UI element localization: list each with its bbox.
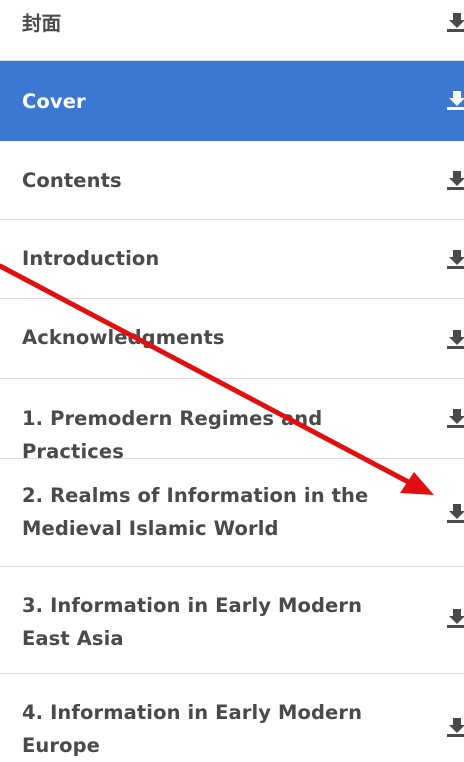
toc-item-label: Cover xyxy=(22,90,86,113)
toc-item-introduction[interactable]: Introduction xyxy=(0,220,464,299)
download-icon[interactable] xyxy=(446,407,464,429)
toc-item-contents[interactable]: Contents xyxy=(0,141,464,220)
download-icon[interactable] xyxy=(446,328,464,350)
toc-item-chapter-1[interactable]: 1. Premodern Regimes and Practices xyxy=(0,379,464,463)
toc-item-label: 封面 xyxy=(22,12,62,35)
toc-item-label: Contents xyxy=(22,169,122,192)
download-icon[interactable] xyxy=(446,11,464,33)
toc-item-label: 3. Information in Early Modern East Asia xyxy=(22,594,363,650)
toc-item-label: 4. Information in Early Modern Europe xyxy=(22,701,363,757)
toc-item-cover-chinese[interactable]: 封面 xyxy=(0,0,464,61)
download-icon[interactable] xyxy=(446,89,464,111)
download-icon[interactable] xyxy=(446,607,464,629)
toc-item-chapter-4[interactable]: 4. Information in Early Modern Europe xyxy=(0,674,464,757)
download-icon[interactable] xyxy=(446,716,464,738)
download-icon[interactable] xyxy=(446,169,464,191)
toc-item-chapter-3[interactable]: 3. Information in Early Modern East Asia xyxy=(0,567,464,674)
download-icon[interactable] xyxy=(446,502,464,524)
toc-item-chapter-2[interactable]: 2. Realms of Information in the Medieval… xyxy=(0,459,464,567)
download-icon[interactable] xyxy=(446,248,464,270)
toc-item-label: Introduction xyxy=(22,247,160,270)
toc-item-acknowledgments[interactable]: Acknowledgments xyxy=(0,299,464,379)
toc-item-label: Acknowledgments xyxy=(22,326,225,349)
toc-item-label: 2. Realms of Information in the Medieval… xyxy=(22,484,369,540)
toc-item-cover[interactable]: Cover xyxy=(0,61,464,141)
